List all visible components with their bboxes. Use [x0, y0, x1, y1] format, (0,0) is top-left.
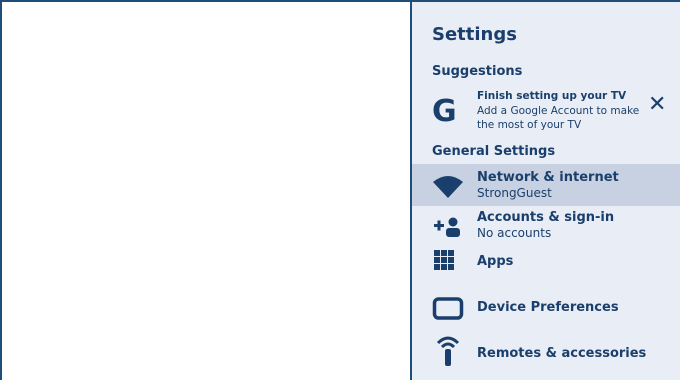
apps-grid-icon [434, 250, 454, 270]
general-settings-header: General Settings [432, 144, 556, 159]
menu-item-apps[interactable]: Apps [412, 246, 680, 286]
settings-panel: Settings Suggestions G Finish setting up… [410, 2, 680, 380]
menu-item-title: Device Preferences [477, 300, 619, 315]
google-g-icon: G [432, 94, 457, 129]
menu-item-subtitle: No accounts [477, 226, 552, 240]
suggestions-header: Suggestions [432, 64, 523, 79]
menu-item-remotes[interactable]: Remotes & accessories [412, 330, 680, 370]
menu-item-device-preferences[interactable]: Device Preferences [412, 288, 680, 328]
remote-icon [436, 336, 460, 366]
page-title: Settings [432, 24, 517, 45]
menu-item-title: Accounts & sign-in [477, 210, 615, 225]
menu-item-network[interactable]: Network & internet StrongGuest [412, 164, 680, 206]
wifi-icon [433, 176, 463, 198]
display-icon [432, 297, 464, 320]
menu-item-title: Apps [477, 254, 514, 269]
menu-item-accounts[interactable]: Accounts & sign-in No accounts [412, 206, 680, 246]
suggestion-card[interactable]: G Finish setting up your TV Add a Google… [412, 88, 680, 138]
suggestion-text: Add a Google Account to make the most of… [477, 105, 640, 131]
suggestion-title: Finish setting up your TV [477, 90, 627, 102]
close-icon[interactable]: ✕ [648, 94, 666, 116]
menu-item-title: Remotes & accessories [477, 346, 647, 361]
menu-item-title: Network & internet [477, 170, 619, 185]
add-account-icon [434, 217, 460, 237]
content-area [2, 2, 412, 382]
menu-item-subtitle: StrongGuest [477, 186, 552, 200]
